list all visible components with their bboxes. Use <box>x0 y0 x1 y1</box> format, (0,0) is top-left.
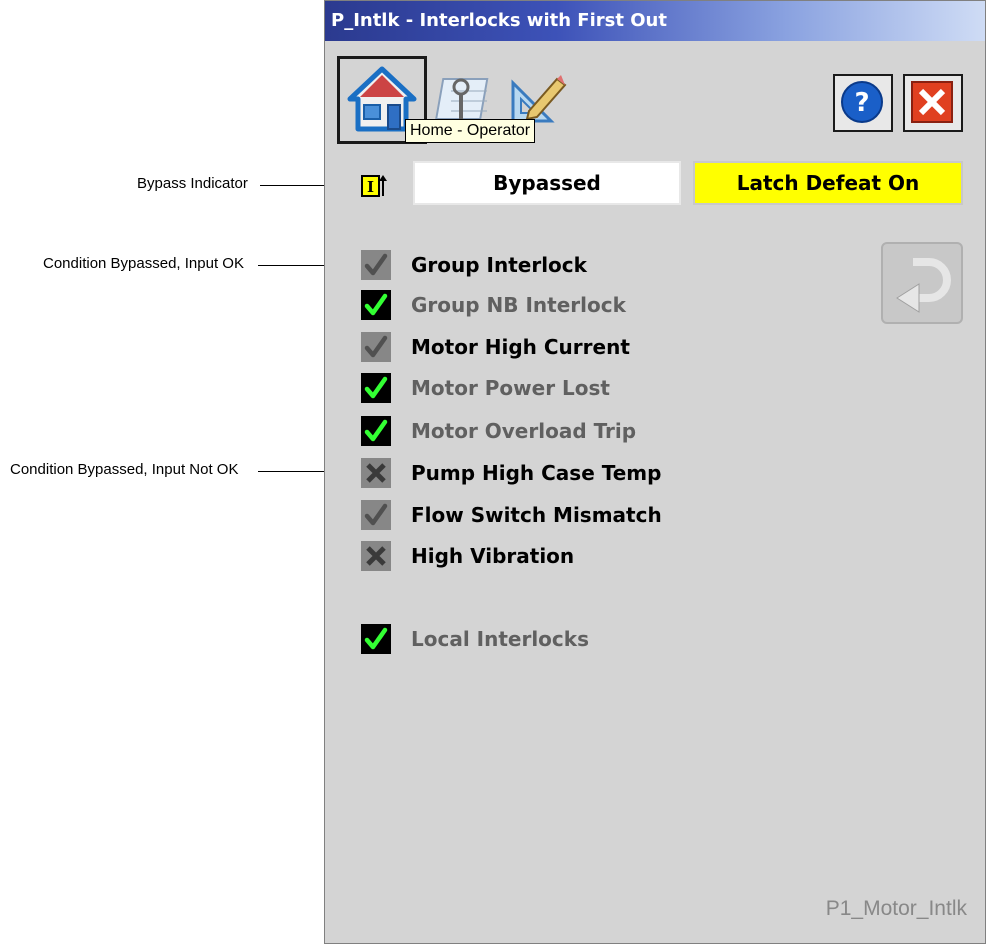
check-icon <box>364 335 388 358</box>
tag-name: P1_Motor_Intlk <box>825 897 967 920</box>
callout-condition-bypassed-not-ok: Condition Bypassed, Input Not OK <box>10 461 239 478</box>
check-icon <box>364 293 388 316</box>
latch-defeat-status: Latch Defeat On <box>693 161 963 205</box>
interlock-row: Group NB Interlock <box>361 288 626 322</box>
x-icon <box>366 463 386 483</box>
input-ok-indicator <box>361 624 391 654</box>
close-icon <box>911 81 953 123</box>
callout-bypass-indicator: Bypass Indicator <box>137 175 248 192</box>
reset-button[interactable] <box>881 242 963 324</box>
help-icon: ? <box>841 81 883 123</box>
bypassed-ok-indicator <box>361 500 391 530</box>
bypassed-ok-indicator <box>361 332 391 362</box>
local-interlocks-row: Local Interlocks <box>361 622 589 656</box>
window-title: P_Intlk - Interlocks with First Out <box>325 1 985 41</box>
reset-arrow-icon <box>896 258 951 313</box>
input-ok-indicator <box>361 373 391 403</box>
interlock-label: High Vibration <box>411 544 575 568</box>
interlock-label: Motor High Current <box>411 335 630 359</box>
check-icon <box>364 503 388 526</box>
input-ok-indicator <box>361 416 391 446</box>
help-button[interactable]: ? <box>833 74 893 132</box>
bypassed-not-ok-indicator <box>361 541 391 571</box>
interlock-label: Motor Power Lost <box>411 376 610 400</box>
interlock-row: Flow Switch Mismatch <box>361 498 662 532</box>
bypassed-not-ok-indicator <box>361 458 391 488</box>
interlock-label: Group NB Interlock <box>411 293 626 317</box>
tooltip: Home - Operator <box>405 119 536 143</box>
interlock-label: Pump High Case Temp <box>411 461 662 485</box>
callout-condition-bypassed-ok: Condition Bypassed, Input OK <box>43 255 244 272</box>
check-icon <box>364 253 388 276</box>
interlock-label: Flow Switch Mismatch <box>411 503 662 527</box>
close-button[interactable] <box>903 74 963 132</box>
svg-text:?: ? <box>854 88 869 118</box>
bypassed-ok-indicator <box>361 250 391 280</box>
interlock-label: Group Interlock <box>411 253 587 277</box>
x-icon <box>366 546 386 566</box>
interlock-row: Motor High Current <box>361 330 630 364</box>
interlock-row: Motor Power Lost <box>361 371 610 405</box>
bypass-indicator-icon: I <box>361 175 387 197</box>
bypassed-status: Bypassed <box>413 161 681 205</box>
faceplate-window: P_Intlk - Interlocks with First Out ? Ho… <box>324 0 986 944</box>
interlock-label: Motor Overload Trip <box>411 419 637 443</box>
check-icon <box>364 376 388 399</box>
interlock-row: Group Interlock <box>361 248 587 282</box>
check-icon <box>364 627 388 650</box>
interlock-row: Motor Overload Trip <box>361 414 636 448</box>
interlock-row: Pump High Case Temp <box>361 456 661 490</box>
input-ok-indicator <box>361 290 391 320</box>
check-icon <box>364 419 388 442</box>
svg-text:I: I <box>367 178 374 196</box>
interlock-row: High Vibration <box>361 539 574 573</box>
interlock-label: Local Interlocks <box>411 627 589 651</box>
